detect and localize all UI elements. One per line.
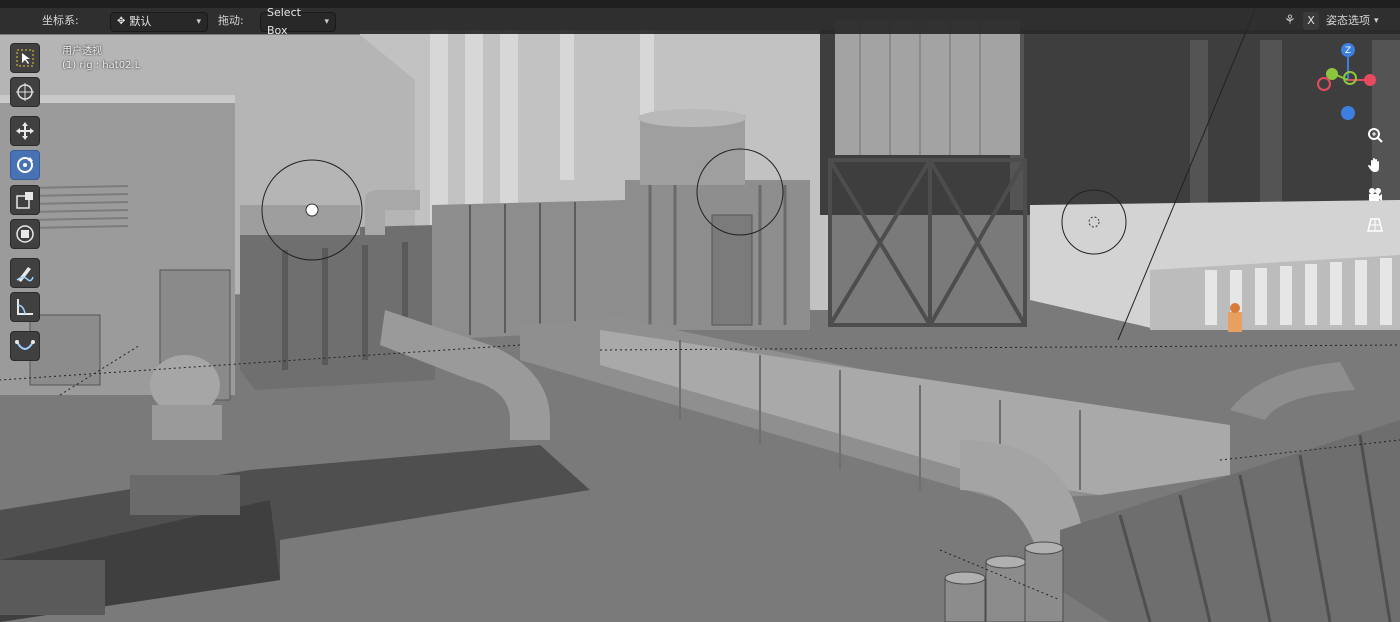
move-icon <box>16 122 34 140</box>
curve-icon <box>15 340 35 350</box>
cabinet-row <box>432 200 625 340</box>
3d-viewport[interactable] <box>0 0 1400 622</box>
curve-tool[interactable] <box>10 331 40 361</box>
x-mirror-button[interactable]: X <box>1303 12 1319 30</box>
top-bar-strip <box>0 0 1400 8</box>
coord-system-value: 默认 <box>129 15 152 28</box>
move-tool[interactable] <box>10 116 40 146</box>
perspective-toggle-button[interactable] <box>1364 214 1386 236</box>
chevron-down-icon: ▾ <box>196 17 201 27</box>
measure-icon <box>17 299 33 315</box>
select-box-tool[interactable] <box>10 43 40 73</box>
central-door <box>711 214 753 326</box>
cursor-tool[interactable] <box>10 77 40 107</box>
bone-icon: ⚘ <box>1284 13 1296 28</box>
duct-vent <box>130 475 240 515</box>
rotate-tool[interactable] <box>10 150 40 180</box>
zoom-icon <box>1368 128 1383 143</box>
pose-options-label: 姿态选项 <box>1326 14 1370 27</box>
drag-dropdown[interactable]: Select Box ▾ <box>260 6 336 37</box>
camera-view-button[interactable] <box>1364 184 1386 206</box>
measure-tool[interactable] <box>10 292 40 322</box>
chevron-down-icon: ▾ <box>324 17 329 27</box>
axes-icon: ✥ <box>117 16 126 27</box>
zoom-button[interactable] <box>1364 124 1386 146</box>
coord-system-label: 坐标系: <box>42 14 79 27</box>
grid-icon <box>1367 218 1383 232</box>
view-name: 用户透视 <box>62 46 102 57</box>
scale-icon <box>16 192 33 209</box>
gizmo-z-label: Z <box>1345 46 1351 56</box>
annotate-icon <box>16 267 34 282</box>
viewport-header: 坐标系: ✥ 默认 ▾ 拖动: Select Box ▾ ⚘ X 姿态选项 ▾ <box>0 6 1400 37</box>
hand-icon <box>1368 158 1379 172</box>
drag-value: Select Box <box>267 6 301 37</box>
annotate-tool[interactable] <box>10 258 40 288</box>
camera-icon <box>1369 188 1382 201</box>
transform-icon <box>16 225 34 243</box>
pose-options-dropdown[interactable]: 姿态选项 ▾ <box>1326 12 1379 30</box>
transform-tool[interactable] <box>10 219 40 249</box>
rig-character <box>1228 303 1242 332</box>
pan-button[interactable] <box>1364 154 1386 176</box>
active-object-label: (1) rig : hat02.L <box>62 60 141 71</box>
scale-tool[interactable] <box>10 185 40 215</box>
rotate-icon <box>17 157 33 173</box>
cursor-icon <box>16 83 34 101</box>
coord-system-dropdown[interactable]: ✥ 默认 ▾ <box>110 12 208 32</box>
navigation-gizmo[interactable]: Z <box>1308 40 1388 125</box>
drag-label: 拖动: <box>218 14 244 27</box>
chevron-down-icon: ▾ <box>1374 16 1379 26</box>
water-tower-tank <box>835 20 1020 155</box>
select-box-icon <box>16 49 34 67</box>
